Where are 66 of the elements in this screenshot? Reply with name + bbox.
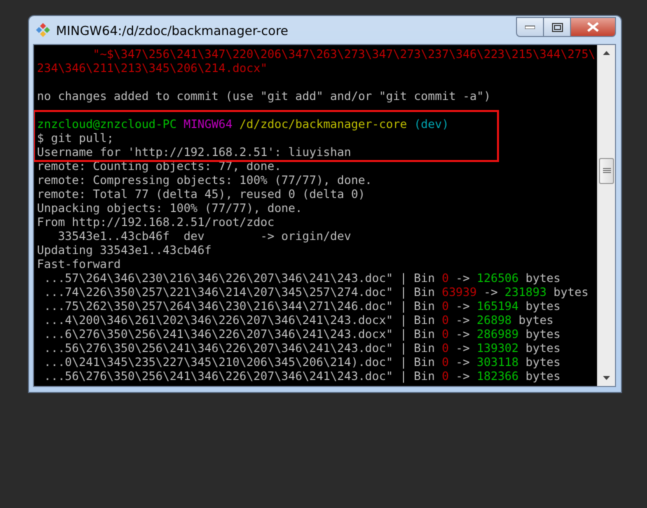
error-text: "~$\347\256\241\347\220\206\347\263\273\347\273\237\346\223\215\344\275\ [92, 47, 596, 61]
removed-size: 0 [442, 355, 449, 369]
terminal-text: -> [454, 271, 471, 285]
terminal-text: Updating 33543e1..43cb46f [37, 243, 212, 257]
added-size: 182366 [476, 369, 519, 383]
added-size: 231893 [504, 285, 547, 299]
terminal-text: bytes [524, 369, 561, 383]
error-text: 234\346\211\213\345\206\214.docx" [37, 61, 268, 75]
added-size: 303118 [476, 355, 519, 369]
removed-size: 0 [442, 271, 449, 285]
terminal-text: no changes added to commit (use "git add" and/or "git commit -a") [37, 89, 491, 103]
window-title: MINGW64:/d/zdoc/backmanager-core [56, 22, 288, 38]
added-size: 26898 [476, 313, 512, 327]
terminal-text: bytes [518, 313, 554, 327]
minimize-icon [525, 25, 535, 29]
system-name: MINGW64 [182, 117, 232, 131]
terminal-text: -> [454, 341, 471, 355]
terminal-text: -> [482, 285, 499, 299]
terminal-text: -> [454, 355, 471, 369]
close-button[interactable] [571, 17, 616, 37]
added-size: 126506 [476, 271, 519, 285]
removed-size: 0 [442, 327, 449, 341]
terminal-text: remote: Total 77 (delta 45), reused 0 (delta 0) [37, 187, 366, 201]
terminal-text: bytes [524, 355, 561, 369]
branch-name: (dev) [412, 117, 449, 131]
terminal-text: ...74\226\350\257\221\346\214\207\345\257\274.doc" | Bin [42, 285, 436, 299]
removed-size: 0 [442, 369, 449, 383]
terminal-text: bytes [524, 327, 561, 341]
terminal-text: ...75\262\350\257\264\346\230\216\344\271\246.doc" | Bin [42, 299, 436, 313]
terminal-text: bytes [524, 341, 561, 355]
terminal-text: ...4\200\346\261\202\346\226\207\346\241\243.docx" | Bin [42, 313, 436, 327]
removed-size: 63939 [442, 285, 477, 299]
terminal-text: -> [454, 313, 471, 327]
terminal-text: -> [454, 299, 471, 313]
terminal-text: ...57\264\346\230\216\346\226\207\346\241\243.doc" | Bin [42, 271, 436, 285]
removed-size: 0 [442, 313, 449, 327]
added-size: 139302 [476, 341, 519, 355]
terminal-text: Username for 'http://192.168.2.51': liuyishan [37, 145, 352, 159]
terminal-text: From http://192.168.2.51/root/zdoc [37, 215, 274, 229]
terminal-text: -> [454, 327, 471, 341]
terminal-text: $ git pull; [37, 131, 114, 145]
working-path: /d/zdoc/backmanager-core [238, 117, 407, 131]
terminal-text: Unpacking objects: 100% (77/77), done. [37, 201, 302, 215]
added-size: 286989 [476, 327, 519, 341]
terminal-text: Fast-forward [37, 257, 121, 271]
diamond-icon [35, 22, 51, 38]
terminal-text: ...6\276\350\256\241\346\226\207\346\241\243.docx" | Bin [42, 327, 436, 341]
scroll-thumb[interactable] [599, 158, 614, 184]
user-host: znzcloud@znzcloud-PC [37, 117, 177, 131]
added-size: 165194 [476, 299, 519, 313]
minimize-button[interactable] [516, 17, 544, 37]
terminal-text: 33543e1..43cb46f dev -> origin/dev [56, 229, 352, 243]
terminal-text: remote: Compressing objects: 100% (77/77), done. [37, 173, 372, 187]
terminal-text: bytes [524, 299, 561, 313]
terminal-text: -> [454, 369, 471, 383]
maximize-button[interactable] [544, 17, 571, 37]
removed-size: 0 [442, 299, 449, 313]
removed-size: 0 [442, 341, 449, 355]
terminal-text: ...0\241\345\235\227\345\210\206\345\206\214).doc" | Bin [42, 355, 436, 369]
close-icon [587, 22, 599, 32]
maximize-icon [552, 22, 562, 32]
terminal-text: ...56\276\350\256\241\346\226\207\346\241\243.doc" | Bin [42, 341, 436, 355]
scrollbar[interactable] [597, 45, 615, 386]
terminal-text: bytes [552, 285, 588, 299]
terminal-text: bytes [524, 271, 561, 285]
terminal-text: ...56\276\350\256\241\346\226\207\346\241\243.doc" | Bin [42, 369, 436, 383]
